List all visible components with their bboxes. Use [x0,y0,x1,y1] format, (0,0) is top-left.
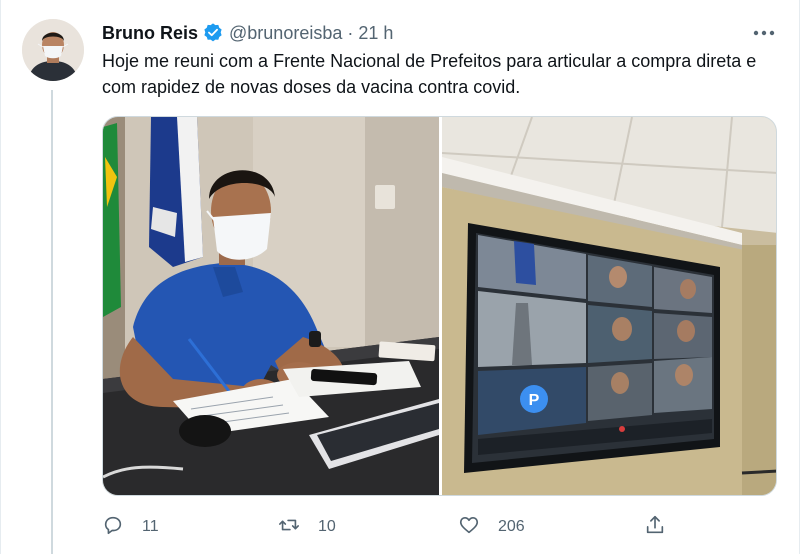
more-options-icon[interactable] [747,22,781,44]
share-icon [644,514,666,541]
photo-man-signing-documents[interactable] [103,117,439,495]
retweet-count: 10 [318,518,336,535]
reply-button[interactable]: 11 [102,512,159,542]
retweet-button[interactable]: 10 [278,512,336,542]
thread-line [51,90,53,554]
heart-icon [458,514,480,541]
reply-icon [102,514,124,541]
share-button[interactable] [644,512,666,542]
reply-count: 11 [142,518,159,535]
photo-video-conference[interactable]: P [442,117,776,495]
retweet-icon [278,514,300,541]
separator-dot: · [347,22,354,43]
author-name[interactable]: Bruno Reis [102,23,198,44]
tweet-text: Hoje me reuni com a Frente Nacional de P… [102,51,757,97]
tweet-timestamp[interactable]: 21 h [358,23,393,44]
like-count: 206 [498,518,525,535]
author-handle[interactable]: @brunoreisba [229,23,342,44]
tweet-container: Bruno Reis @brunoreisba · 21 h Hoje me r… [0,0,800,554]
tweet-media: P [102,116,777,496]
avatar[interactable] [22,19,84,81]
tweet-actions: 11 10 206 [102,512,682,542]
like-button[interactable]: 206 [458,512,525,542]
tweet-header: Bruno Reis @brunoreisba · 21 h [102,21,393,45]
svg-text:P: P [529,392,540,409]
verified-badge-icon [202,22,224,44]
